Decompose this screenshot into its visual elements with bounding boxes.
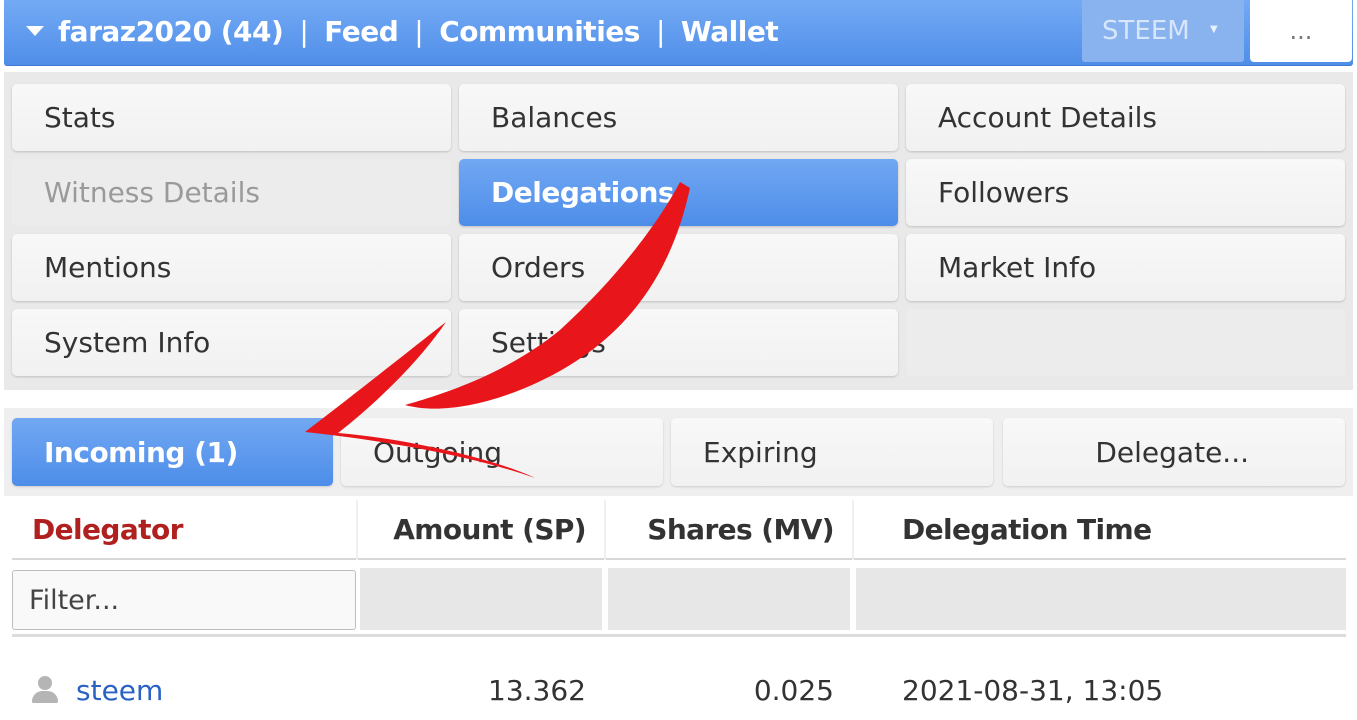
cell-delegator: steem (12, 650, 356, 720)
cell-amount: 13.362 (488, 673, 586, 707)
user-icon (32, 676, 58, 704)
menu-item-account-details[interactable]: Account Details (906, 84, 1345, 151)
filter-cell-empty (608, 568, 850, 630)
column-header-delegator[interactable]: Delegator (12, 500, 356, 560)
delegator-link[interactable]: steem (76, 674, 163, 707)
nav-link-wallet[interactable]: Wallet (681, 15, 779, 48)
nav-separator: | (299, 14, 309, 48)
menu-item-settings[interactable]: Settings (459, 309, 898, 376)
account-menu-grid: Stats Balances Account Details Witness D… (4, 72, 1353, 390)
filter-cell-empty (360, 568, 602, 630)
menu-item-stats[interactable]: Stats (12, 84, 451, 151)
filter-row-divider (12, 634, 1346, 637)
menu-item-mentions[interactable]: Mentions (12, 234, 451, 301)
top-nav: faraz2020 (44) | Feed | Communities | Wa… (26, 0, 779, 62)
cell-shares: 0.025 (753, 673, 834, 707)
account-menu-link[interactable]: faraz2020 (44) (58, 15, 284, 48)
tab-delegate[interactable]: Delegate... (1003, 418, 1345, 486)
tab-incoming[interactable]: Incoming (1) (12, 418, 333, 486)
tab-outgoing[interactable]: Outgoing (341, 418, 663, 486)
column-header-shares[interactable]: Shares (MV) (606, 500, 852, 560)
nav-link-communities[interactable]: Communities (439, 15, 640, 48)
menu-item-system-info[interactable]: System Info (12, 309, 451, 376)
chain-select-value: STEEM (1102, 16, 1190, 46)
menu-item-followers[interactable]: Followers (906, 159, 1345, 226)
menu-item-empty (906, 309, 1345, 376)
column-header-amount[interactable]: Amount (SP) (358, 500, 604, 560)
delegator-filter-input[interactable] (12, 570, 356, 630)
column-header-delegation-time[interactable]: Delegation Time (854, 500, 1346, 560)
nav-separator: | (414, 14, 424, 48)
app-root: faraz2020 (44) | Feed | Communities | Wa… (0, 0, 1357, 720)
nav-link-feed[interactable]: Feed (324, 15, 399, 48)
delegation-tabs: Incoming (1) Outgoing Expiring Delegate.… (4, 408, 1353, 496)
menu-item-witness-details: Witness Details (12, 159, 451, 226)
menu-item-market-info[interactable]: Market Info (906, 234, 1345, 301)
cell-delegation-time: 2021-08-31, 13:05 (902, 673, 1164, 707)
nav-separator: | (655, 14, 665, 48)
tab-expiring[interactable]: Expiring (671, 418, 993, 486)
more-button[interactable]: ... (1250, 0, 1352, 62)
menu-item-orders[interactable]: Orders (459, 234, 898, 301)
menu-item-delegations[interactable]: Delegations (459, 159, 898, 226)
chain-select[interactable]: STEEM ▼ (1082, 0, 1244, 62)
menu-item-balances[interactable]: Balances (459, 84, 898, 151)
top-bar: faraz2020 (44) | Feed | Communities | Wa… (4, 0, 1353, 66)
triangle-down-icon[interactable] (26, 26, 44, 36)
caret-down-icon: ▼ (1210, 24, 1218, 35)
filter-cell-empty (856, 568, 1346, 630)
